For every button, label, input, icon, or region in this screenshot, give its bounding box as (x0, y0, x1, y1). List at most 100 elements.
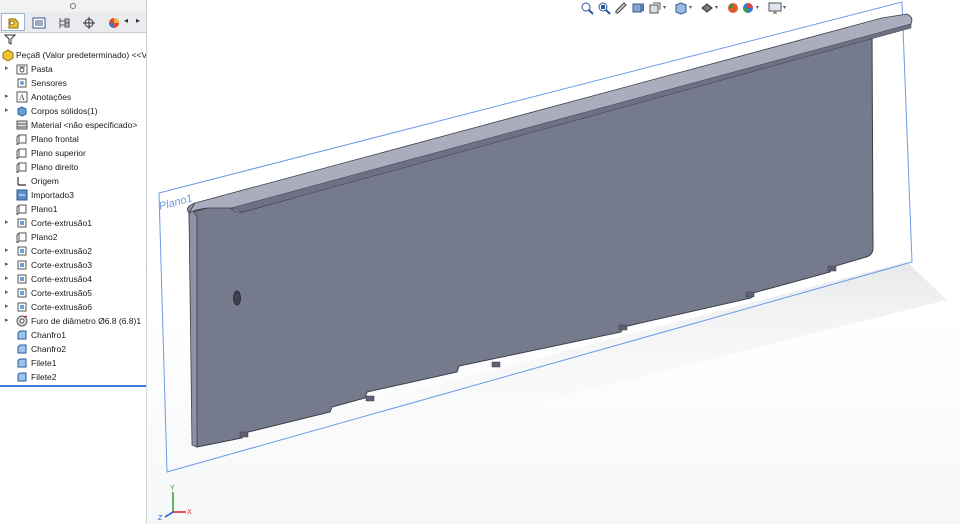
plane-icon (16, 162, 27, 173)
tab-display-manager[interactable] (101, 13, 125, 31)
feature-manager-icon (8, 18, 19, 29)
material-icon (16, 120, 28, 130)
solid-bodies-icon (17, 106, 27, 117)
tree-item-label: Origem (31, 176, 59, 186)
annotation-icon: A (16, 91, 28, 103)
dropdown-arrow-icon[interactable]: ▾ (715, 4, 718, 11)
plane-icon (16, 232, 27, 243)
left-edge[interactable] (187, 202, 198, 448)
tree-item[interactable]: Plano frontal (0, 132, 146, 146)
appearance-ball-icon (109, 18, 119, 28)
tree-item-label: Corte-extrusão3 (31, 260, 92, 270)
tab-property-manager[interactable] (26, 13, 50, 31)
tab-configuration-manager[interactable] (51, 13, 75, 31)
tree-root-label: Peça8 (Valor predeterminado) <<Valo (16, 50, 147, 60)
plane-icon (16, 134, 27, 145)
triad-z-label: Z (158, 515, 163, 522)
view-settings-icon[interactable] (768, 1, 782, 15)
folder-icon (16, 64, 28, 75)
tree-item-label: Chanfro1 (31, 330, 66, 340)
tree-item[interactable]: ▸ Furo de diâmetro Ø6.8 (6.8)1 (0, 314, 146, 328)
reference-triad: Y X Z (158, 485, 192, 522)
origin-icon (17, 177, 26, 186)
tree-item[interactable]: Sensores (0, 76, 146, 90)
tree-item-label: Sensores (31, 78, 67, 88)
tab-dimxpert-manager[interactable] (76, 13, 100, 31)
tree-item[interactable]: Filete1 (0, 356, 146, 370)
expand-arrow-icon[interactable]: ▸ (5, 314, 11, 328)
tree-item[interactable]: ▸ Corte-extrusão2 (0, 244, 146, 258)
tree-item[interactable]: Plano direito (0, 160, 146, 174)
expand-arrow-icon[interactable]: ▸ (5, 286, 11, 300)
expand-arrow-icon[interactable]: ▸ (5, 104, 11, 118)
view-orientation-icon[interactable] (674, 1, 688, 15)
tree-item-label: Plano superior (31, 148, 86, 158)
hide-show-items-icon[interactable] (726, 1, 740, 15)
expand-arrow-icon[interactable]: ▸ (5, 272, 11, 286)
tree-item-label: Corte-extrusão5 (31, 288, 92, 298)
tree-item[interactable]: Material <não especificado> (0, 118, 146, 132)
zoom-to-area-icon[interactable] (597, 1, 611, 15)
expand-arrow-icon[interactable]: ▸ (5, 62, 11, 76)
zoom-to-fit-icon[interactable] (580, 1, 594, 15)
edit-appearance-icon[interactable] (741, 1, 755, 15)
fillet-icon (17, 358, 27, 368)
filter-bar (0, 33, 146, 46)
tree-item-label: Anotações (31, 92, 72, 102)
tree-item[interactable]: ▸ Corte-extrusão1 (0, 216, 146, 230)
tree-item[interactable]: ▸ Corte-extrusão5 (0, 286, 146, 300)
tabs-scroll-left-icon[interactable]: ◂ (124, 16, 128, 25)
dynamic-annotation-icon[interactable] (648, 1, 662, 15)
tree-item[interactable]: ▸ Corte-extrusão4 (0, 272, 146, 286)
hole-feature[interactable] (233, 290, 241, 306)
dropdown-arrow-icon[interactable]: ▾ (689, 4, 692, 11)
expand-arrow-icon[interactable]: ▸ (5, 216, 11, 230)
tree-item-label: Plano2 (31, 232, 58, 242)
chamfer-icon (17, 344, 27, 354)
tree-item[interactable]: Filete2 (0, 370, 146, 384)
tree-item[interactable]: ▸ Pasta (0, 62, 146, 76)
tree-item[interactable]: ▸ A Anotações (0, 90, 146, 104)
tree-item[interactable]: Chanfro2 (0, 342, 146, 356)
filter-icon[interactable] (4, 34, 16, 45)
expand-arrow-icon[interactable]: ▸ (5, 90, 11, 104)
tree-item-label: Filete1 (31, 358, 57, 368)
tree-item[interactable]: ▸ Corte-extrusão6 (0, 300, 146, 314)
tree-item[interactable]: ▸ Corte-extrusão3 (0, 258, 146, 272)
cut-extrude-icon (17, 246, 27, 256)
sensor-icon (17, 78, 27, 88)
tree-item[interactable]: Plano2 (0, 230, 146, 244)
cut-extrude-icon (17, 260, 27, 270)
tree-item-label: Plano direito (31, 162, 79, 172)
tree-item[interactable]: Origem (0, 174, 146, 188)
tree-item-label: Plano frontal (31, 134, 79, 144)
tree-item-label: Corte-extrusão1 (31, 218, 92, 228)
expand-arrow-icon[interactable]: ▸ (5, 258, 11, 272)
graphics-area[interactable]: Plano1 Y X Z ▾ ▾ ▾ ▾ ▾ (147, 0, 960, 524)
previous-view-icon[interactable] (614, 1, 628, 15)
display-style-icon[interactable] (700, 1, 714, 15)
tab-feature-manager[interactable] (1, 13, 25, 31)
expand-arrow-icon[interactable]: ▸ (5, 244, 11, 258)
rollback-bar[interactable] (0, 385, 146, 387)
plane-icon (16, 148, 27, 159)
expand-arrow-icon[interactable]: ▸ (5, 300, 11, 314)
tree-item[interactable]: Importado3 (0, 188, 146, 202)
triad-y-label: Y (170, 485, 175, 492)
cut-extrude-icon (17, 274, 27, 284)
cut-extrude-icon (17, 288, 27, 298)
tree-item[interactable]: Plano superior (0, 146, 146, 160)
panel-grip[interactable] (0, 0, 146, 12)
tree-item[interactable]: Chanfro1 (0, 328, 146, 342)
cut-extrude-icon (17, 302, 27, 312)
dropdown-arrow-icon[interactable]: ▾ (756, 4, 759, 11)
section-view-icon[interactable] (631, 1, 645, 15)
tree-item[interactable]: ▸ Corpos sólidos(1) (0, 104, 146, 118)
crosshair-icon (83, 17, 95, 29)
tabs-scroll-right-icon[interactable]: ▸ (136, 16, 140, 25)
svg-text:A: A (19, 93, 25, 102)
tree-item[interactable]: Plano1 (0, 202, 146, 216)
dropdown-arrow-icon[interactable]: ▾ (663, 4, 666, 11)
dropdown-arrow-icon[interactable]: ▾ (783, 4, 786, 11)
tree-item-label: Corte-extrusão6 (31, 302, 92, 312)
